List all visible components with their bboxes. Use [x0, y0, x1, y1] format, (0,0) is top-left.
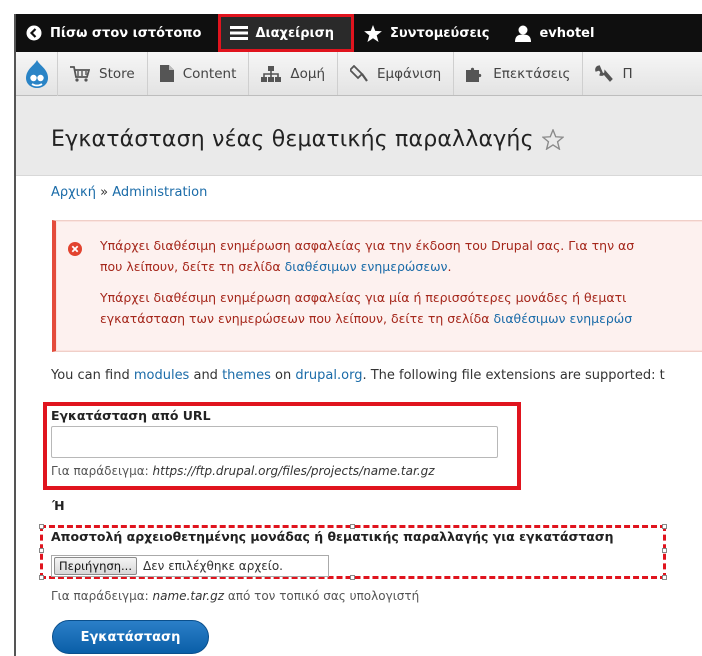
message-line: εγκατάσταση των ενημερώσεων που λείπουν,… — [100, 308, 632, 329]
tray-item-structure[interactable]: Δομή — [249, 52, 339, 95]
no-file-selected-text: Δεν επιλέχθηκε αρχείο. — [142, 559, 283, 573]
error-messages: Υπάρχει διαθέσιμη ενημέρωση ασφαλείας γι… — [52, 220, 702, 352]
intro-segment: . The following file extensions are supp… — [362, 368, 665, 383]
hint-prefix: Για παράδειγμα: — [51, 589, 153, 603]
drupal-logo-icon[interactable] — [16, 51, 58, 96]
tray-item-extend[interactable]: Επεκτάσεις — [454, 52, 584, 95]
hint-prefix: Για παράδειγμα: — [51, 464, 153, 478]
message-line: που λείπουν, δείτε τη σελίδα διαθέσιμων … — [100, 256, 634, 277]
hint-suffix: από τον τοπικό σας υπολογιστή — [224, 589, 420, 603]
or-separator: Ή — [52, 498, 65, 513]
user-icon — [515, 25, 532, 42]
resize-handle — [39, 548, 44, 553]
message-text: που λείπουν, δείτε τη σελίδα — [100, 259, 285, 274]
upload-hint: Για παράδειγμα: name.tar.gz από τον τοπι… — [51, 589, 419, 603]
resize-handle — [662, 575, 667, 580]
available-updates-link[interactable]: διαθέσιμων ενημερώσεων — [285, 259, 448, 274]
star-icon — [364, 24, 382, 42]
url-hint: Για παράδειγμα: https://ftp.drupal.org/f… — [51, 464, 435, 478]
document-icon — [159, 65, 174, 82]
browse-button[interactable]: Περιήγηση... — [54, 557, 137, 575]
tray-item-label: Π — [622, 65, 633, 82]
wrench-icon — [595, 65, 614, 82]
shortcut-star-icon[interactable] — [541, 129, 564, 150]
hint-example: https://ftp.drupal.org/files/projects/na… — [152, 464, 435, 478]
admin-toolbar: Πίσω στον ιστότοπο Διαχείριση Συντομεύσε… — [16, 14, 702, 52]
breadcrumb-admin-link[interactable]: Administration — [112, 185, 207, 200]
file-upload-field[interactable]: Περιήγηση... Δεν επιλέχθηκε αρχείο. — [51, 555, 329, 577]
menu-icon — [229, 26, 248, 40]
back-to-site-link[interactable]: Πίσω στον ιστότοπο — [16, 14, 212, 52]
message-text: . — [447, 259, 452, 274]
message-line: Υπάρχει διαθέσιμη ενημέρωση ασφαλείας γι… — [100, 290, 627, 305]
page-title-text: Εγκατάσταση νέας θεματικής παραλλαγής — [51, 127, 534, 152]
tray-item-store[interactable]: Store — [58, 52, 148, 95]
tray-item-appearance[interactable]: Εμφάνιση — [338, 52, 455, 95]
page-title: Εγκατάσταση νέας θεματικής παραλλαγής — [51, 127, 564, 152]
cart-icon — [70, 65, 90, 82]
security-message-modules: Υπάρχει διαθέσιμη ενημέρωση ασφαλείας γι… — [100, 287, 632, 329]
shortcuts-label: Συντομεύσεις — [390, 25, 490, 41]
manage-tab[interactable]: Διαχείριση — [217, 14, 354, 52]
drupal-org-link[interactable]: drupal.org — [295, 368, 362, 383]
admin-tray: Store Content Δομή Εμφάνιση Επεκτάσεις Π — [16, 51, 702, 96]
browser-viewport: Πίσω στον ιστότοπο Διαχείριση Συντομεύσε… — [14, 14, 702, 656]
intro-segment: on — [270, 368, 296, 383]
manage-label: Διαχείριση — [255, 25, 335, 41]
tray-item-label: Content — [182, 65, 237, 82]
breadcrumb-separator: » — [100, 185, 109, 200]
back-arrow-icon — [26, 25, 42, 41]
back-to-site-label: Πίσω στον ιστότοπο — [50, 25, 202, 41]
user-tab[interactable]: evhotel — [499, 14, 604, 52]
paint-icon — [350, 65, 368, 82]
intro-segment: and — [189, 368, 223, 383]
tray-item-label: Δομή — [290, 65, 326, 82]
themes-link[interactable]: themes — [222, 368, 271, 383]
intro-segment: You can find — [51, 368, 134, 383]
tray-item-config[interactable]: Π — [583, 52, 644, 95]
install-url-input[interactable] — [51, 426, 498, 458]
shortcuts-tab[interactable]: Συντομεύσεις — [354, 14, 499, 52]
resize-handle — [350, 575, 355, 580]
tray-item-content[interactable]: Content — [148, 52, 250, 95]
message-text: εγκατάσταση των ενημερώσεων που λείπουν,… — [100, 311, 494, 326]
security-message-core: Υπάρχει διαθέσιμη ενημέρωση ασφαλείας γι… — [100, 235, 634, 277]
upload-archive-label: Αποστολή αρχειοθετημένης μονάδας ή θεματ… — [51, 529, 614, 544]
resize-handle — [662, 524, 667, 529]
install-button[interactable]: Εγκατάσταση — [52, 620, 209, 654]
puzzle-icon — [466, 67, 482, 82]
available-updates-link[interactable]: διαθέσιμων ενημερώσ — [493, 311, 632, 326]
breadcrumb: Αρχική » Administration — [51, 185, 207, 200]
resize-handle — [39, 524, 44, 529]
tray-item-label: Επεκτάσεις — [493, 65, 571, 82]
error-icon — [68, 242, 82, 256]
page-title-region: Εγκατάσταση νέας θεματικής παραλλαγής — [16, 96, 702, 176]
user-label: evhotel — [539, 25, 595, 41]
tray-item-label: Εμφάνιση — [377, 65, 442, 82]
message-line: Υπάρχει διαθέσιμη ενημέρωση ασφαλείας γι… — [100, 238, 635, 253]
breadcrumb-home-link[interactable]: Αρχική — [51, 185, 96, 200]
intro-text: You can find modules and themes on drupa… — [51, 368, 665, 383]
install-from-url-label: Εγκατάσταση από URL — [51, 408, 211, 423]
modules-link[interactable]: modules — [134, 368, 190, 383]
resize-handle — [39, 575, 44, 580]
tray-item-label: Store — [99, 65, 135, 82]
structure-icon — [261, 65, 282, 82]
hint-example: name.tar.gz — [152, 589, 224, 603]
resize-handle — [662, 548, 667, 553]
